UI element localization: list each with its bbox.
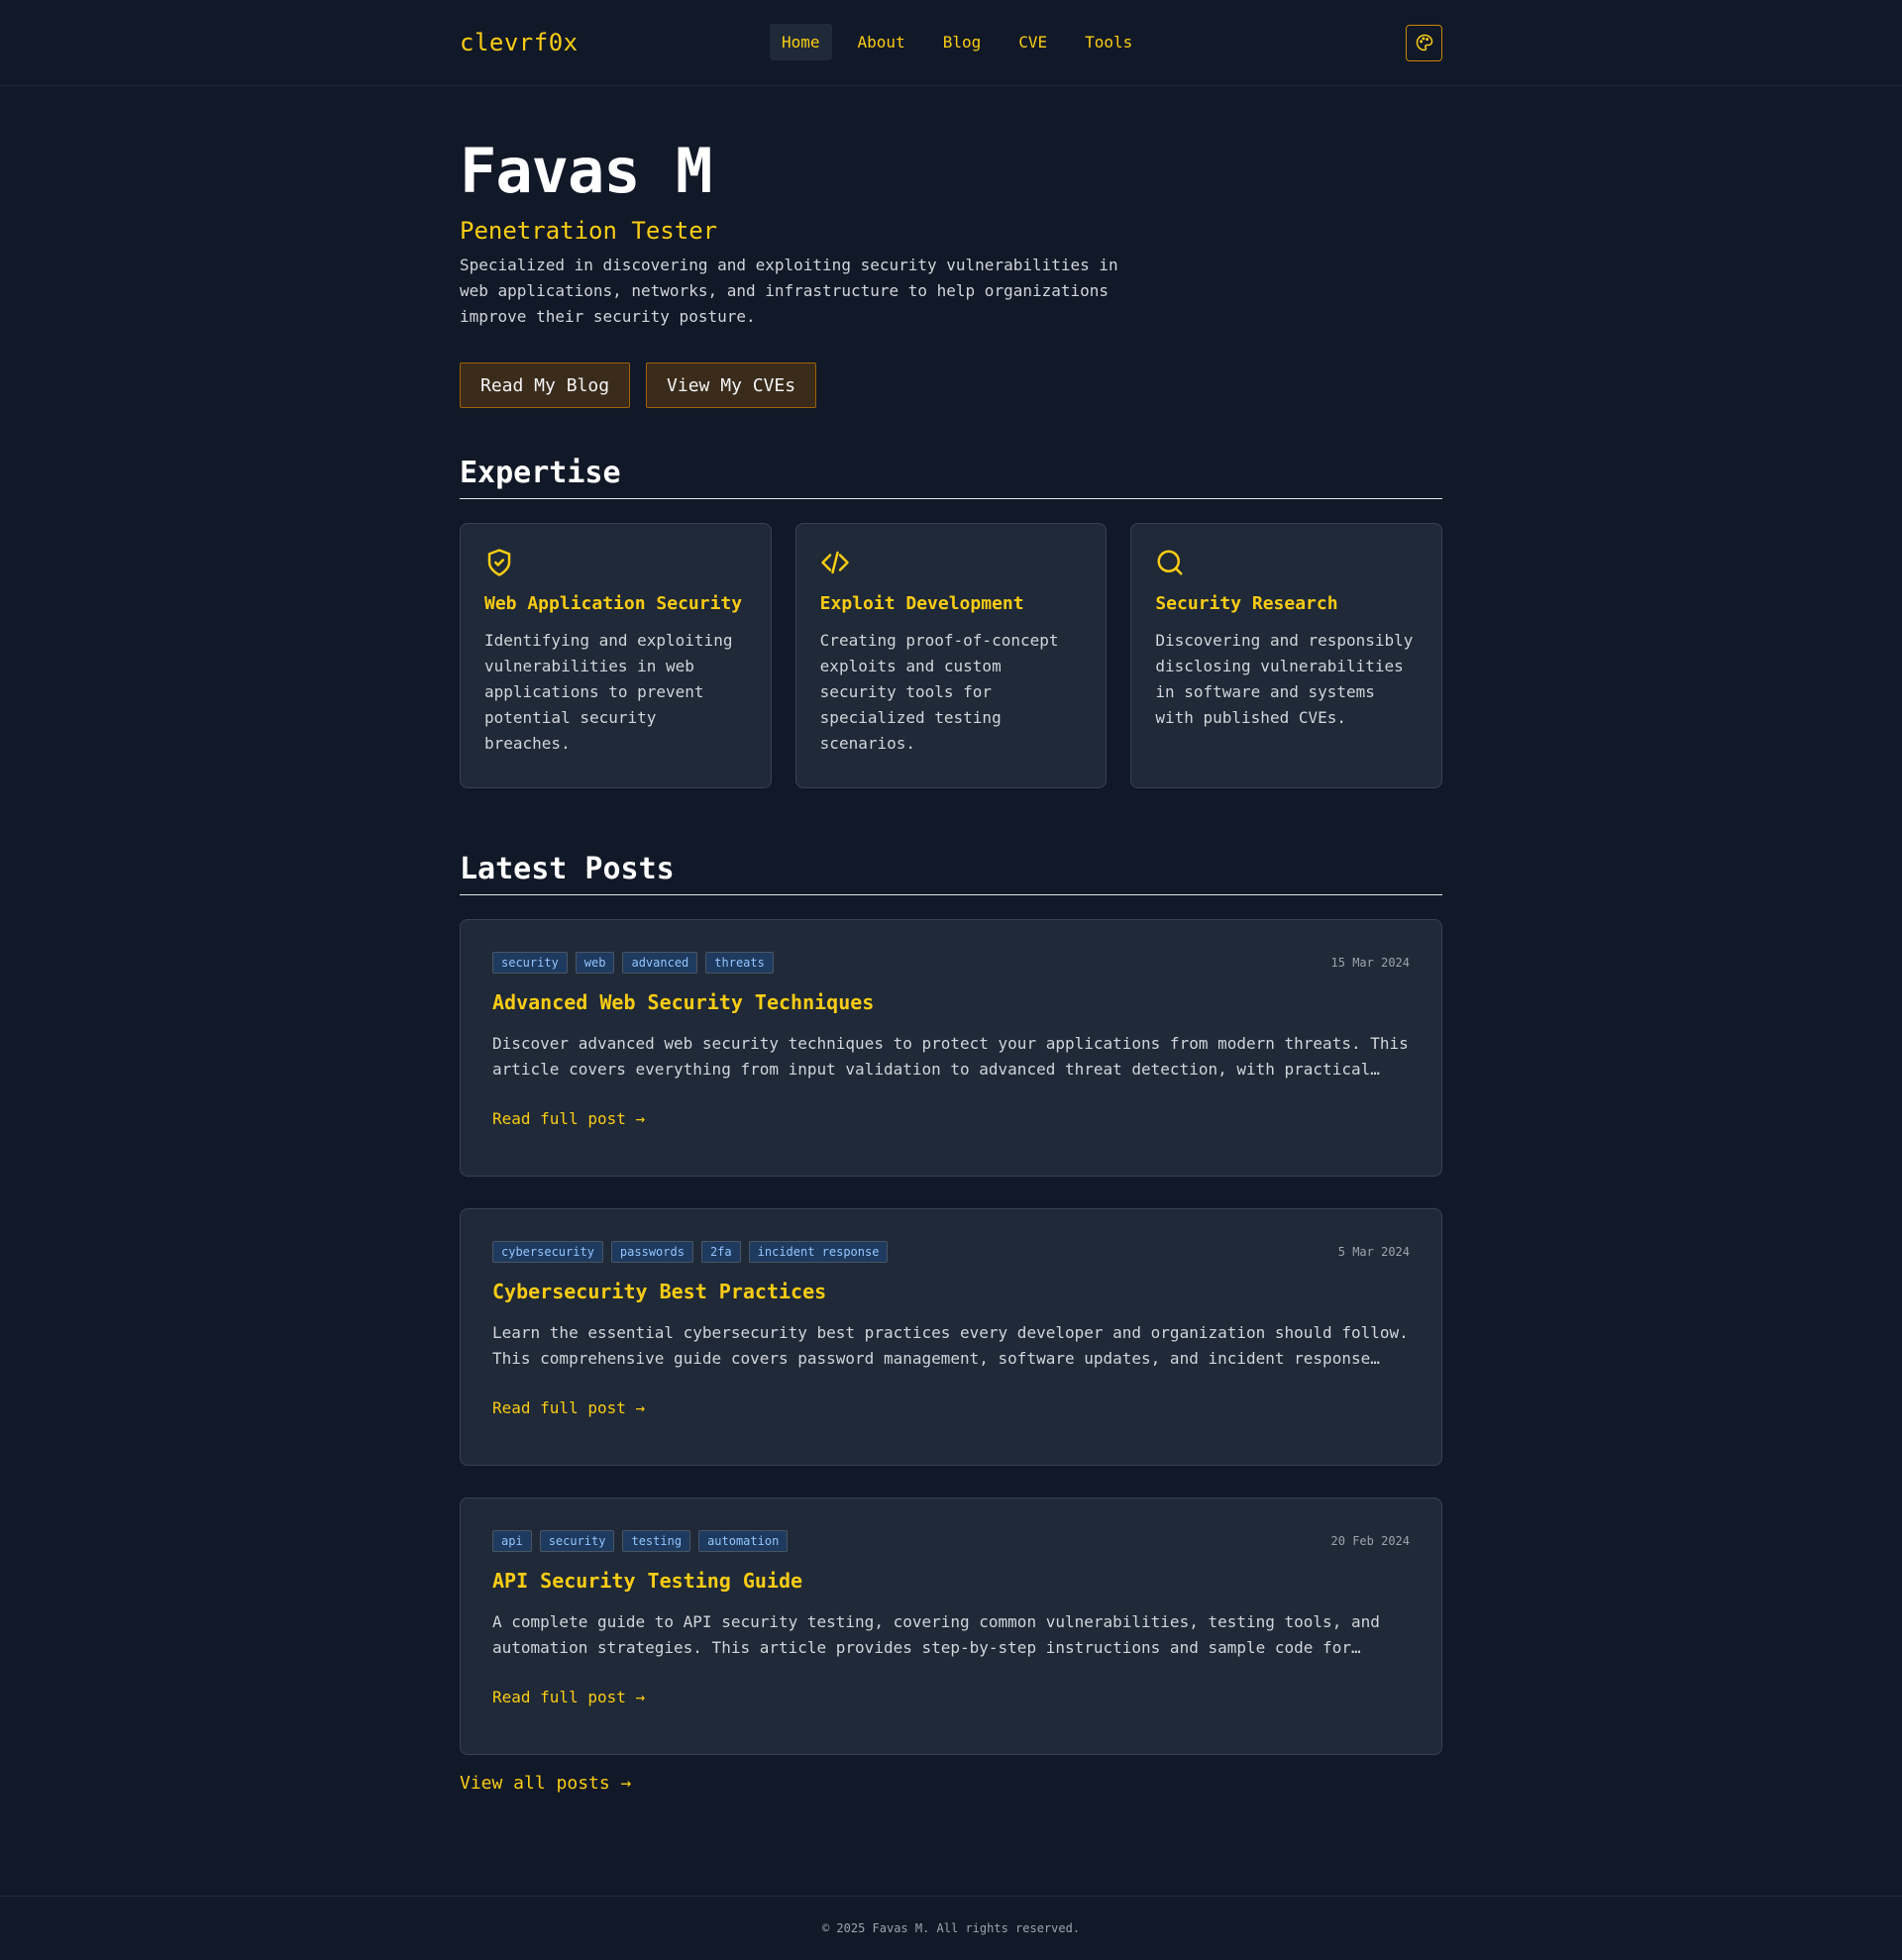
post-card: security web advanced threats 15 Mar 202… xyxy=(460,919,1442,1178)
theme-toggle-button[interactable] xyxy=(1406,24,1442,61)
post-tag[interactable]: security xyxy=(539,1530,615,1553)
post-excerpt: Discover advanced web security technique… xyxy=(492,1034,1409,1080)
latest-posts-section: Latest Posts security web advanced threa… xyxy=(460,852,1442,1794)
nav-item-blog[interactable]: Blog xyxy=(931,24,994,60)
read-full-post-link[interactable]: Read full post → xyxy=(492,1398,645,1417)
post-tag[interactable]: passwords xyxy=(610,1241,693,1264)
post-tag[interactable]: incident response xyxy=(748,1241,889,1264)
main-nav: Home About Blog CVE Tools xyxy=(770,24,1144,60)
post-meta: cybersecurity passwords 2fa incident res… xyxy=(492,1241,1410,1264)
post-title[interactable]: API Security Testing Guide xyxy=(492,1569,1410,1593)
expertise-card-title: Exploit Development xyxy=(819,593,1024,615)
expertise-card-research: Security Research Discovering and respon… xyxy=(1130,523,1443,789)
code-icon xyxy=(820,548,1083,581)
hero-buttons: Read My Blog View My CVEs xyxy=(460,362,1442,409)
read-blog-button[interactable]: Read My Blog xyxy=(460,362,631,409)
expertise-card-text: Identifying and exploiting vulnerabiliti… xyxy=(484,631,733,754)
post-card: api security testing automation 20 Feb 2… xyxy=(460,1497,1442,1756)
expertise-card-title: Web Application Security xyxy=(484,593,743,615)
main-content: Favas M Penetration Tester Specialized i… xyxy=(460,86,1443,1794)
site-header: clevrf0x Home About Blog CVE Tools xyxy=(0,0,1902,86)
post-date: 15 Mar 2024 xyxy=(1330,956,1410,971)
post-date: 20 Feb 2024 xyxy=(1330,1534,1410,1549)
post-tag[interactable]: threats xyxy=(705,952,774,975)
post-title[interactable]: Cybersecurity Best Practices xyxy=(492,1280,1410,1303)
hero-description: Specialized in discovering and exploitin… xyxy=(460,256,1118,327)
hero-name: Favas M xyxy=(460,135,712,207)
expertise-section: Expertise Web Application Security Ident… xyxy=(460,456,1443,789)
nav-item-about[interactable]: About xyxy=(846,24,917,60)
post-excerpt: A complete guide to API security testing… xyxy=(492,1612,1380,1658)
post-tag[interactable]: testing xyxy=(622,1530,691,1553)
copyright-text: © 2025 Favas M. All rights reserved. xyxy=(821,1921,1081,1935)
shield-check-icon xyxy=(484,548,747,581)
latest-posts-title: Latest Posts xyxy=(460,852,1442,896)
nav-item-tools[interactable]: Tools xyxy=(1073,24,1144,60)
post-tag[interactable]: advanced xyxy=(622,952,698,975)
post-tags: security web advanced threats xyxy=(492,952,774,975)
post-card: cybersecurity passwords 2fa incident res… xyxy=(460,1208,1442,1467)
nav-item-home[interactable]: Home xyxy=(770,24,832,60)
post-excerpt: Learn the essential cybersecurity best p… xyxy=(492,1323,1409,1369)
expertise-title: Expertise xyxy=(460,456,1442,500)
post-tags: api security testing automation xyxy=(492,1530,789,1553)
post-tag[interactable]: security xyxy=(492,952,568,975)
site-logo[interactable]: clevrf0x xyxy=(460,29,579,56)
nav-item-cve[interactable]: CVE xyxy=(1006,24,1059,60)
expertise-card-title: Security Research xyxy=(1155,593,1338,615)
view-cves-button[interactable]: View My CVEs xyxy=(646,362,817,409)
post-meta: security web advanced threats 15 Mar 202… xyxy=(492,952,1410,975)
palette-icon xyxy=(1416,34,1432,52)
post-title[interactable]: Advanced Web Security Techniques xyxy=(492,990,1410,1014)
site-footer: © 2025 Favas M. All rights reserved. xyxy=(0,1896,1902,1960)
search-icon xyxy=(1155,548,1418,581)
post-tag[interactable]: 2fa xyxy=(700,1241,741,1264)
post-tag[interactable]: cybersecurity xyxy=(492,1241,603,1264)
post-tag[interactable]: api xyxy=(492,1530,532,1553)
post-meta: api security testing automation 20 Feb 2… xyxy=(492,1530,1410,1553)
view-all-posts-link[interactable]: View all posts → xyxy=(460,1773,631,1794)
expertise-card-exploit: Exploit Development Creating proof-of-co… xyxy=(794,523,1108,789)
read-full-post-link[interactable]: Read full post → xyxy=(492,1688,645,1706)
expertise-card-web: Web Application Security Identifying and… xyxy=(460,523,772,789)
post-tag[interactable]: web xyxy=(575,952,615,975)
post-tags: cybersecurity passwords 2fa incident res… xyxy=(492,1241,889,1264)
hero-role: Penetration Tester xyxy=(460,217,718,246)
expertise-cards: Web Application Security Identifying and… xyxy=(460,523,1443,789)
expertise-card-text: Creating proof-of-concept exploits and c… xyxy=(819,631,1059,754)
hero-section: Favas M Penetration Tester Specialized i… xyxy=(460,86,1442,409)
expertise-card-text: Discovering and responsibly disclosing v… xyxy=(1155,631,1414,728)
read-full-post-link[interactable]: Read full post → xyxy=(492,1109,645,1128)
post-tag[interactable]: automation xyxy=(698,1530,789,1553)
post-date: 5 Mar 2024 xyxy=(1337,1245,1410,1260)
